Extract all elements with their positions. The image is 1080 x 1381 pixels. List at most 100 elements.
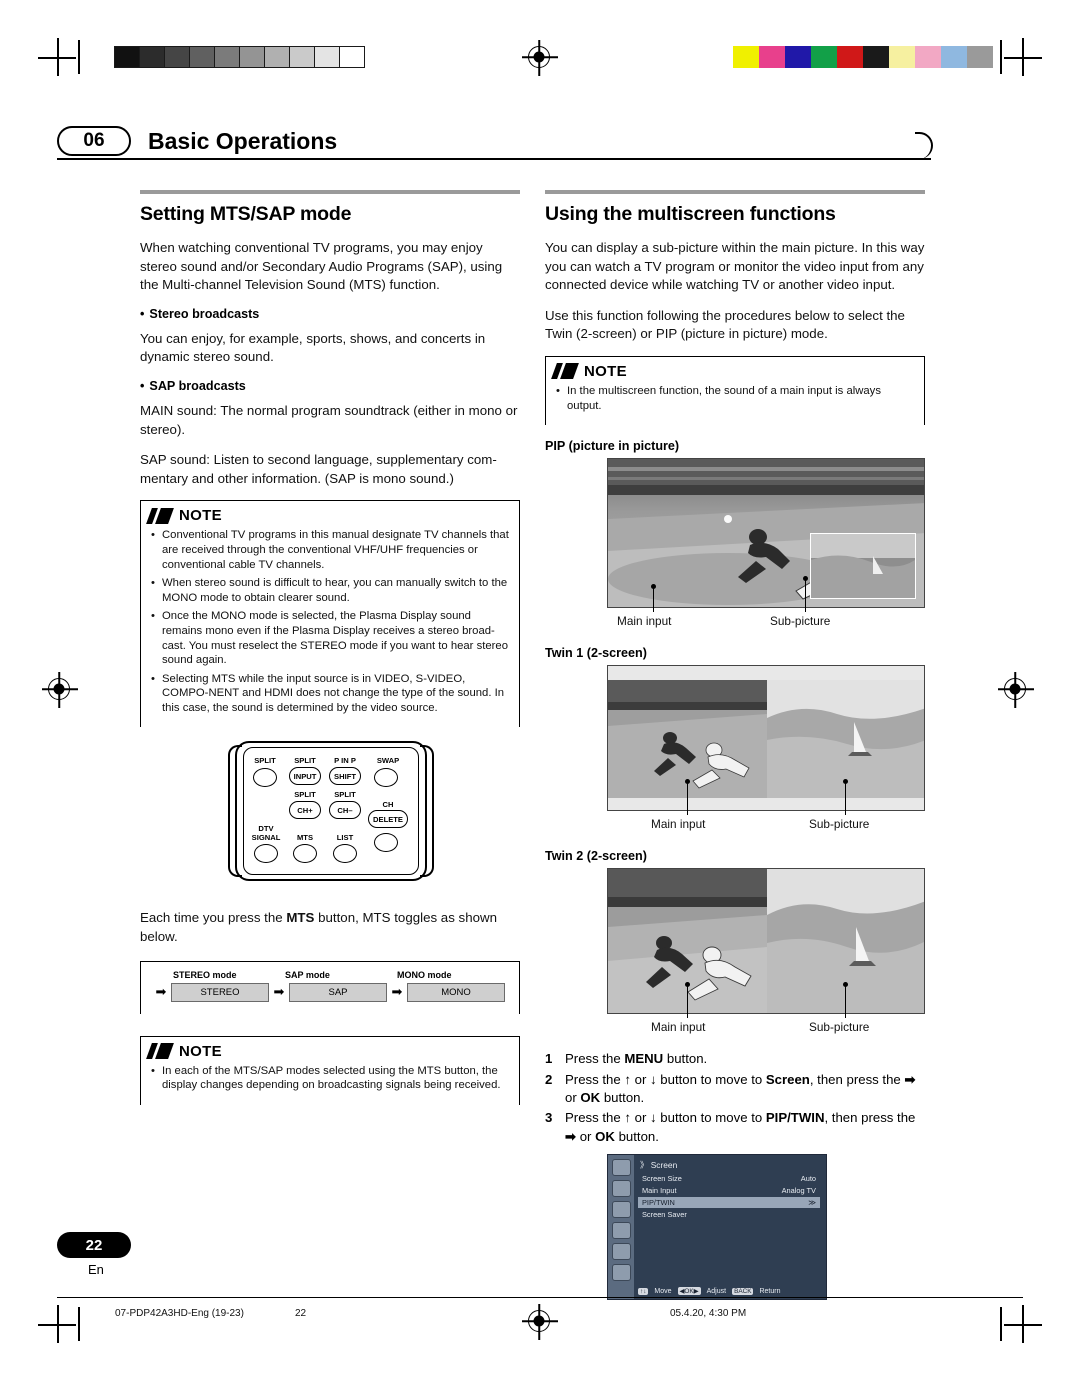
ok-key: OK <box>580 1089 601 1105</box>
remote-button-input[interactable]: INPUT <box>289 767 321 786</box>
note-item: When stereo sound is difficult to hear, … <box>151 576 509 605</box>
osd-icon-setup[interactable] <box>611 1264 631 1282</box>
note-item: In the multiscreen function, the sound o… <box>556 384 914 413</box>
registration-mark-right <box>1004 678 1026 700</box>
note-list: Conventional TV programs in this manual … <box>141 528 519 727</box>
header-divider <box>57 158 931 160</box>
osd-row-pip-twin[interactable]: PIP/TWIN ≫ <box>638 1197 820 1209</box>
twin2-caption-main: Main input <box>651 1020 706 1035</box>
chain-arrow-icon: ➡ <box>155 984 167 1000</box>
remote-control-diagram: SPLIT SPLIT P IN P SWAP INPUT SHIFT SPLI… <box>140 741 520 893</box>
osd-value: ≫ <box>808 1198 816 1208</box>
right-column: Using the multiscreen functions You can … <box>545 190 925 1301</box>
remote-label-mts: MTS <box>296 833 314 843</box>
gray-swatch-6 <box>264 46 290 68</box>
crop-mark-br2 <box>1000 1307 1002 1341</box>
ok-key: OK <box>595 1128 615 1144</box>
osd-icon-screen[interactable] <box>611 1243 631 1261</box>
remote-button-ch-plus[interactable]: CH+ <box>289 801 321 820</box>
osd-icon-option[interactable] <box>611 1222 631 1240</box>
twin2-caption-sub: Sub-picture <box>809 1020 870 1035</box>
bullet-dot: • <box>140 378 145 393</box>
twin1-main-leader-dot <box>684 779 690 785</box>
osd-icon-power-control[interactable] <box>611 1201 631 1219</box>
step3-part8: or <box>576 1128 596 1144</box>
osd-footer-return: Return <box>759 1287 781 1295</box>
pip-caption-sub: Sub-picture <box>770 614 831 629</box>
step-text: Press the MENU button. <box>565 1050 925 1068</box>
note-pencil-icon <box>551 363 579 380</box>
osd-row-screen-saver[interactable]: Screen Saver <box>638 1209 820 1220</box>
twin2-main-leader-line <box>687 984 689 1019</box>
remote-button-shift[interactable]: SHIFT <box>329 767 361 786</box>
note-list: In each of the MTS/SAP modes selected us… <box>141 1064 519 1105</box>
crop-mark-tl2 <box>78 40 80 74</box>
down-arrow-icon: ↓ <box>650 1071 657 1087</box>
osd-value: Auto <box>800 1174 816 1184</box>
crop-mark-bl-h <box>38 1324 76 1326</box>
chain-header-stereo: STEREO mode <box>173 969 237 980</box>
remote-label-ch: CH <box>382 800 394 810</box>
mts-intro-paragraph: When watching conventional TV programs, … <box>140 240 503 293</box>
note-header: NOTE <box>546 357 924 384</box>
registration-dot <box>53 683 65 695</box>
note-title: NOTE <box>179 507 222 525</box>
note-item: Conventional TV programs in this manual … <box>151 528 509 572</box>
remote-button-ch-minus[interactable]: CH– <box>329 801 361 820</box>
step1-part2: button. <box>663 1051 708 1067</box>
mts-toggle-instruction: Each time you press the MTS button, MTS … <box>140 909 520 946</box>
step3-part6: , then press the <box>824 1110 916 1126</box>
osd-value: Analog TV <box>781 1186 816 1196</box>
footer-divider <box>57 1297 1023 1298</box>
note-box-mts-modes: NOTE In each of the MTS/SAP modes select… <box>140 1035 520 1105</box>
twin2-sub-leader-line <box>845 984 847 1019</box>
osd-icon-sound[interactable] <box>611 1180 631 1198</box>
step2-part2: or <box>630 1071 651 1087</box>
screen-menu-ref: Screen <box>765 1071 810 1087</box>
chain-arrow-icon: ➡ <box>391 984 403 1000</box>
osd-label: PIP/TWIN <box>642 1198 675 1208</box>
right-arrow-icon: ➡ <box>565 1128 577 1144</box>
crop-mark-br-h <box>1004 1324 1042 1326</box>
osd-title-text: Screen <box>650 1160 678 1171</box>
color-swatch-7 <box>915 46 941 68</box>
multiscreen-intro-1: You can display a sub-picture within the… <box>545 240 925 293</box>
step-text: Press the ↑ or ↓ button to move to PIP/T… <box>565 1109 925 1146</box>
sap-sound-body: SAP sound: Listen to second language, su… <box>140 452 497 486</box>
twin2-main-leader-dot <box>684 982 690 988</box>
stereo-broadcasts-body: You can enjoy, for example, sports, show… <box>140 330 486 365</box>
note-title: NOTE <box>179 1042 222 1060</box>
registration-mark-bottom <box>528 1310 550 1332</box>
step2-part8: or <box>565 1089 581 1105</box>
remote-label-split1: SPLIT <box>254 756 276 766</box>
note-box-mts: NOTE Conventional TV programs in this ma… <box>140 500 520 728</box>
section-title-mts: Setting MTS/SAP mode <box>140 203 352 225</box>
up-arrow-icon: ↑ <box>624 1110 631 1126</box>
step-2: 2 Press the ↑ or ↓ button to move to Scr… <box>545 1071 925 1108</box>
pip-main-leader-dot <box>650 584 656 590</box>
section-rule <box>545 190 925 194</box>
note-header: NOTE <box>141 501 519 528</box>
twin1-caption-sub: Sub-picture <box>809 817 870 832</box>
footer-page-number: 22 <box>295 1308 307 1319</box>
note-item: Selecting MTS while the input source is … <box>151 672 509 716</box>
stereo-broadcasts-label: Stereo broadcasts <box>149 306 260 321</box>
remote-button-delete[interactable]: DELETE <box>368 810 408 829</box>
note-item: In each of the MTS/SAP modes selected us… <box>151 1064 509 1093</box>
sap-main-sound-body: MAIN sound: The normal program soundtrac… <box>140 402 518 437</box>
osd-row-screen-size[interactable]: Screen Size Auto <box>638 1173 820 1184</box>
osd-icon-picture[interactable] <box>611 1159 631 1177</box>
gray-swatch-3 <box>189 46 215 68</box>
twin1-main-leader-line <box>687 781 689 816</box>
note-header: NOTE <box>141 1037 519 1064</box>
multiscreen-intro-2: Use this function following the procedur… <box>545 307 905 342</box>
color-swatch-5 <box>863 46 889 68</box>
osd-footer: ↑↓ Move ◀OK▶ Adjust BACK Return <box>638 1287 781 1296</box>
registration-mark-top <box>528 46 550 68</box>
osd-row-main-input[interactable]: Main Input Analog TV <box>638 1185 820 1196</box>
osd-footer-move: Move <box>654 1287 672 1295</box>
step1-menu-key: MENU <box>624 1051 664 1067</box>
chain-value-row: ➡ STEREO ➡ SAP ➡ MONO <box>151 982 509 1002</box>
footer-file-name: 07-PDP42A3HD-Eng (19-23) <box>115 1308 244 1319</box>
step2-part6: , then press the <box>809 1071 905 1087</box>
